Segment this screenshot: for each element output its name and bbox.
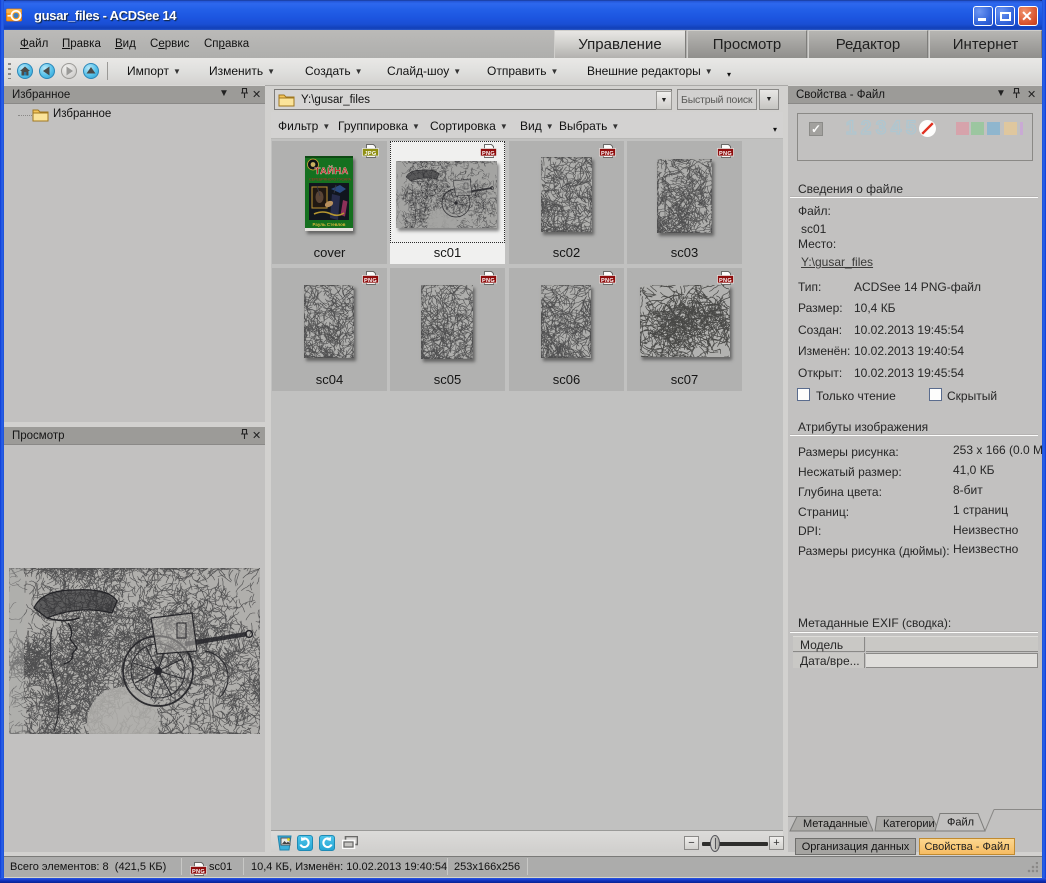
svg-text:PNG: PNG — [601, 278, 614, 284]
svg-text:Метаданные: Метаданные — [803, 818, 868, 830]
svg-text:PNG: PNG — [482, 151, 495, 157]
svg-text:Рауль Стевлов: Рауль Стевлов — [313, 222, 346, 227]
svg-text:PNG: PNG — [482, 278, 495, 284]
svg-text:JPG: JPG — [364, 151, 376, 157]
svg-text:Файл: Файл — [947, 817, 974, 829]
svg-text:Категории: Категории — [883, 818, 935, 830]
svg-text:PNG: PNG — [192, 869, 205, 875]
svg-text:ТАЙНА: ТАЙНА — [315, 165, 349, 177]
svg-text:PNG: PNG — [719, 151, 732, 157]
svg-text:PNG: PNG — [719, 278, 732, 284]
svg-text:PNG: PNG — [364, 278, 377, 284]
svg-text:PNG: PNG — [601, 151, 614, 157]
svg-text:СЕРЕБРЯНОГО ГУСАРА: СЕРЕБРЯНОГО ГУСАРА — [309, 178, 351, 182]
